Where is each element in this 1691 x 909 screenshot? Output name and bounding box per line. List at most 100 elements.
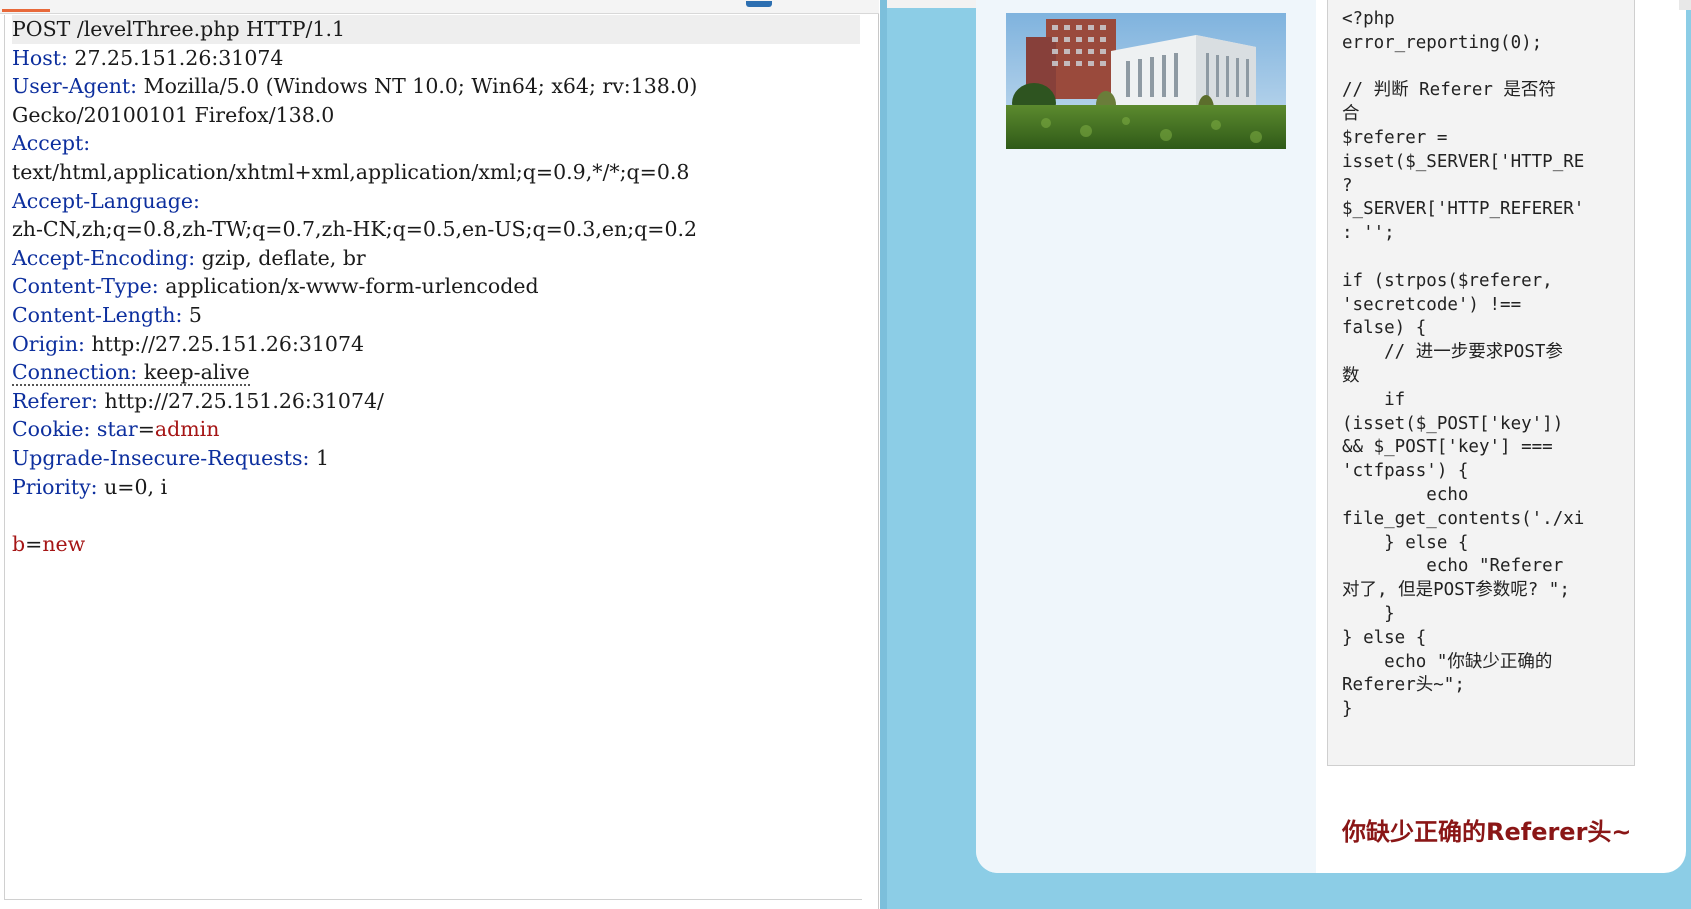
code-line: : ''; bbox=[1342, 223, 1395, 244]
header-value: 5 bbox=[188, 302, 202, 327]
text-line: Gecko/20100101 Firefox/138.0 bbox=[12, 101, 862, 130]
header-value: http://27.25.151.26:31074/ bbox=[104, 388, 384, 413]
toolbar-button[interactable] bbox=[746, 1, 772, 7]
code-line: } bbox=[1342, 603, 1395, 624]
header-separator: : bbox=[90, 474, 105, 499]
code-line: $_SERVER['HTTP_REFERER' bbox=[1342, 199, 1585, 220]
code-line: echo bbox=[1342, 484, 1469, 505]
code-line: file_get_contents('./xi bbox=[1342, 508, 1585, 529]
code-line: } bbox=[1342, 699, 1353, 720]
text-line bbox=[12, 501, 862, 530]
code-line: echo "你缺少正确的 bbox=[1342, 651, 1553, 672]
header-line: Accept-Encoding: gzip, deflate, br bbox=[12, 244, 862, 273]
header-name: Origin bbox=[12, 331, 79, 356]
code-line: if (strpos($referer, bbox=[1342, 270, 1553, 291]
text-line: b=new bbox=[12, 530, 862, 559]
code-line: 'ctfpass') { bbox=[1342, 461, 1469, 482]
campus-building-image bbox=[1006, 13, 1286, 149]
request-line: POST /levelThree.php HTTP/1.1 bbox=[12, 15, 860, 44]
code-line: false) { bbox=[1342, 318, 1427, 339]
header-name: Content-Length bbox=[12, 302, 176, 327]
header-line: Accept: bbox=[12, 129, 862, 158]
header-line: Referer: http://27.25.151.26:31074/ bbox=[12, 387, 862, 416]
header-name: Priority bbox=[12, 474, 91, 499]
code-line: (isset($_POST['key']) bbox=[1342, 413, 1564, 434]
text-line: zh-CN,zh;q=0.8,zh-TW;q=0.7,zh-HK;q=0.5,e… bbox=[12, 215, 862, 244]
content-card: <?php error_reporting(0); // 判断 Referer 是… bbox=[976, 0, 1686, 873]
code-line: 合 bbox=[1342, 104, 1360, 125]
header-value: application/x-www-form-urlencoded bbox=[165, 274, 539, 299]
header-separator: : bbox=[302, 445, 316, 470]
header-name: User-Agent bbox=[12, 74, 131, 99]
header-separator: : bbox=[130, 74, 144, 99]
equals-sign: = bbox=[25, 531, 43, 556]
code-line: } else { bbox=[1342, 532, 1469, 553]
header-value: Gecko/20100101 Firefox/138.0 bbox=[12, 102, 335, 127]
code-line: } else { bbox=[1342, 627, 1427, 648]
code-line: && $_POST['key'] === bbox=[1342, 437, 1553, 458]
header-value: POST /levelThree.php HTTP/1.1 bbox=[12, 17, 346, 41]
header-value: 27.25.151.26:31074 bbox=[74, 45, 284, 70]
header-line: Cookie: star=admin bbox=[12, 415, 862, 444]
header-value: zh-CN,zh;q=0.8,zh-TW;q=0.7,zh-HK;q=0.5,e… bbox=[12, 217, 698, 242]
header-value: text/html,application/xhtml+xml,applicat… bbox=[12, 159, 690, 184]
code-line: // 判断 Referer 是否符 bbox=[1342, 80, 1556, 101]
header-separator: : bbox=[83, 131, 91, 156]
header-line: Origin: http://27.25.151.26:31074 bbox=[12, 330, 862, 359]
header-value: http://27.25.151.26:31074 bbox=[91, 331, 365, 356]
header-name: Accept bbox=[12, 131, 84, 156]
header-value: star bbox=[96, 417, 138, 442]
header-line: Host: 27.25.151.26:31074 bbox=[12, 44, 862, 73]
header-line: Accept-Language: bbox=[12, 187, 862, 216]
request-tab-bar bbox=[0, 0, 879, 14]
body-param-key: b bbox=[12, 531, 26, 556]
header-line: Upgrade-Insecure-Requests: 1 bbox=[12, 444, 862, 473]
header-name: Accept-Language bbox=[12, 188, 194, 213]
code-line: isset($_SERVER['HTTP_RE bbox=[1342, 151, 1585, 172]
header-name: Referer bbox=[12, 388, 92, 413]
header-separator: : bbox=[188, 245, 202, 270]
code-line: echo "Referer bbox=[1342, 556, 1564, 577]
scrollbar-corner[interactable] bbox=[1679, 0, 1691, 10]
code-line: 'secretcode') !== bbox=[1342, 294, 1522, 315]
highlighted-header[interactable]: Connection: keep-alive bbox=[12, 360, 250, 387]
header-value: 1 bbox=[315, 445, 330, 470]
pane-divider[interactable] bbox=[880, 0, 887, 909]
code-line: if bbox=[1342, 389, 1406, 410]
request-editor-pane: POST /levelThree.php HTTP/1.1 Host: 27.25… bbox=[0, 0, 879, 909]
header-line: User-Agent: Mozilla/5.0 (Windows NT 10.0… bbox=[12, 72, 862, 101]
code-line: // 进一步要求POST参 bbox=[1342, 342, 1563, 363]
header-value: Mozilla/5.0 (Windows NT 10.0; Win64; x64… bbox=[143, 74, 698, 99]
text-line: text/html,application/xhtml+xml,applicat… bbox=[12, 158, 862, 187]
header-separator: : bbox=[151, 274, 166, 299]
campus-building-photo bbox=[1006, 13, 1286, 149]
referer-error-message: 你缺少正确的Referer头~ bbox=[1342, 818, 1632, 846]
header-name: Cookie bbox=[12, 417, 84, 442]
code-line: error_reporting(0); bbox=[1342, 32, 1543, 53]
header-value: keep-alive bbox=[143, 360, 250, 385]
header-separator: : bbox=[175, 302, 189, 327]
header-separator: : bbox=[83, 417, 97, 442]
header-name: Upgrade-Insecure-Requests bbox=[12, 445, 303, 470]
header-name: Host bbox=[12, 45, 61, 70]
param-value: admin bbox=[154, 417, 220, 442]
param-value: new bbox=[42, 531, 86, 556]
code-line: 对了, 但是POST参数呢? "; bbox=[1342, 580, 1570, 601]
header-separator: : bbox=[91, 388, 105, 413]
header-line: Content-Length: 5 bbox=[12, 301, 862, 330]
header-name: Connection bbox=[12, 360, 131, 385]
browser-viewport: <?php error_reporting(0); // 判断 Referer 是… bbox=[880, 0, 1691, 909]
request-text-editor[interactable]: POST /levelThree.php HTTP/1.1 Host: 27.25… bbox=[4, 15, 862, 900]
header-value: u=0, i bbox=[104, 474, 168, 499]
header-name: Accept-Encoding bbox=[12, 245, 189, 270]
header-separator: : bbox=[60, 45, 75, 70]
header-value: gzip, deflate, br bbox=[201, 245, 366, 270]
header-separator: : bbox=[78, 331, 92, 356]
code-line: <?php bbox=[1342, 9, 1395, 29]
sidebar-column bbox=[976, 0, 1316, 873]
header-line: Connection: keep-alive bbox=[12, 358, 862, 387]
header-separator: : bbox=[193, 188, 200, 213]
equals-sign: = bbox=[137, 417, 155, 442]
